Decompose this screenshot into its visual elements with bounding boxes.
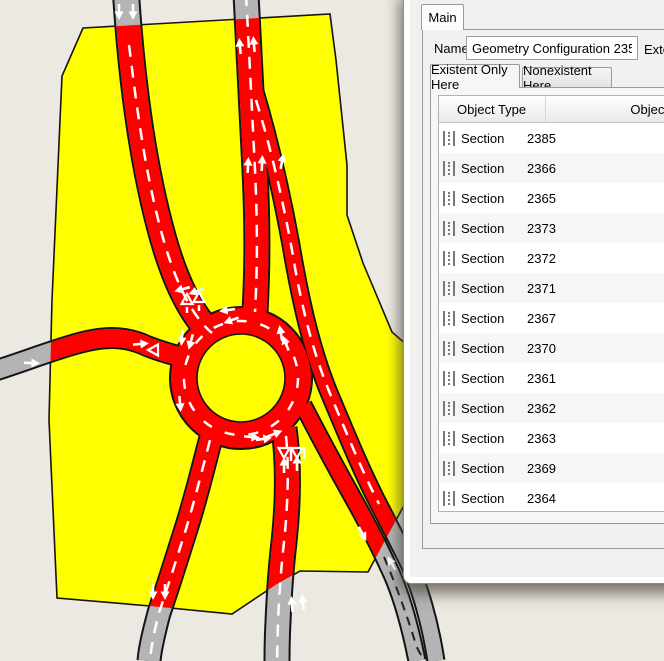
external-id-label: Exter: [644, 42, 664, 57]
drag-handle-icon[interactable]: [443, 431, 455, 446]
row-object-id: 2361: [527, 371, 556, 386]
table-row[interactable]: Section 2363: [439, 423, 664, 453]
row-object-id: 2371: [527, 281, 556, 296]
table-row[interactable]: Section 2361: [439, 363, 664, 393]
drag-handle-icon[interactable]: [443, 461, 455, 476]
dialog-content: Main Name: Exter Existent Only Here None…: [410, 0, 664, 577]
row-object-id: 2370: [527, 341, 556, 356]
table-row[interactable]: Section 2371: [439, 273, 664, 303]
table-row[interactable]: Section 2365: [439, 183, 664, 213]
drag-handle-icon[interactable]: [443, 251, 455, 266]
drag-handle-icon[interactable]: [443, 161, 455, 176]
drag-handle-icon[interactable]: [443, 221, 455, 236]
table-row[interactable]: Section 2364: [439, 483, 664, 512]
drag-handle-icon[interactable]: [443, 371, 455, 386]
row-object-id: 2385: [527, 131, 556, 146]
tab-existent-only-here[interactable]: Existent Only Here: [430, 64, 520, 88]
table-row[interactable]: Section 2362: [439, 393, 664, 423]
table-row[interactable]: Section 2372: [439, 243, 664, 273]
row-object-type: Section: [461, 221, 513, 236]
drag-handle-icon[interactable]: [443, 341, 455, 356]
drag-handle-icon[interactable]: [443, 191, 455, 206]
roundabout-island: [197, 334, 285, 422]
column-header-object-type[interactable]: Object Type: [439, 96, 546, 122]
drag-handle-icon[interactable]: [443, 281, 455, 296]
tab-nonexistent-here[interactable]: Nonexistent Here: [522, 67, 612, 88]
object-table: Object Type Object Section 2385 Section …: [438, 95, 664, 512]
row-object-id: 2372: [527, 251, 556, 266]
table-row[interactable]: Section 2370: [439, 333, 664, 363]
row-object-id: 2365: [527, 191, 556, 206]
row-object-type: Section: [461, 371, 513, 386]
row-object-type: Section: [461, 311, 513, 326]
table-header: Object Type Object: [439, 96, 664, 123]
tab-main[interactable]: Main: [421, 4, 464, 30]
table-row[interactable]: Section 2366: [439, 153, 664, 183]
drag-handle-icon[interactable]: [443, 491, 455, 506]
table-row[interactable]: Section 2369: [439, 453, 664, 483]
table-row[interactable]: Section 2367: [439, 303, 664, 333]
row-object-id: 2369: [527, 461, 556, 476]
row-object-type: Section: [461, 281, 513, 296]
main-tab-pane: Name: Exter Existent Only Here Nonexiste…: [422, 29, 664, 549]
row-object-type: Section: [461, 431, 513, 446]
geometry-configuration-dialog: Main Name: Exter Existent Only Here None…: [403, 0, 664, 584]
table-row[interactable]: Section 2373: [439, 213, 664, 243]
name-input[interactable]: [466, 36, 638, 60]
row-object-id: 2373: [527, 221, 556, 236]
app-window: Main Name: Exter Existent Only Here None…: [0, 0, 664, 661]
row-object-id: 2366: [527, 161, 556, 176]
column-header-object[interactable]: Object: [546, 102, 664, 117]
table-body: Section 2385 Section 2366 Section 2365 S…: [439, 123, 664, 512]
row-object-id: 2367: [527, 311, 556, 326]
row-object-type: Section: [461, 341, 513, 356]
drag-handle-icon[interactable]: [443, 131, 455, 146]
row-object-type: Section: [461, 491, 513, 506]
row-object-type: Section: [461, 191, 513, 206]
row-object-id: 2363: [527, 431, 556, 446]
drag-handle-icon[interactable]: [443, 401, 455, 416]
drag-handle-icon[interactable]: [443, 311, 455, 326]
table-row[interactable]: Section 2385: [439, 123, 664, 153]
row-object-type: Section: [461, 461, 513, 476]
row-object-type: Section: [461, 161, 513, 176]
row-object-type: Section: [461, 131, 513, 146]
row-object-type: Section: [461, 401, 513, 416]
existent-tab-pane: Object Type Object Section 2385 Section …: [430, 87, 664, 524]
row-object-id: 2364: [527, 491, 556, 506]
row-object-id: 2362: [527, 401, 556, 416]
row-object-type: Section: [461, 251, 513, 266]
